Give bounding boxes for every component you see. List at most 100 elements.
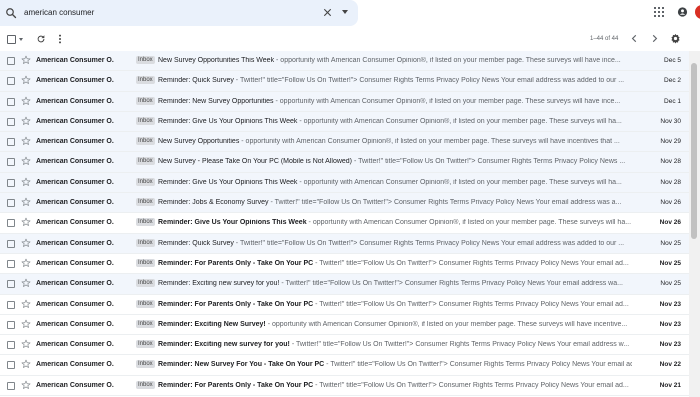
inbox-label-badge: Inbox bbox=[136, 116, 155, 125]
email-content: Reminder: Give Us Your Opinions This Wee… bbox=[158, 219, 632, 226]
row-checkbox[interactable] bbox=[7, 77, 15, 86]
row-checkbox[interactable] bbox=[7, 361, 15, 370]
row-checkbox[interactable] bbox=[7, 178, 15, 187]
row-checkbox[interactable] bbox=[7, 158, 15, 167]
star-icon[interactable] bbox=[21, 238, 31, 248]
email-row[interactable]: American Consumer O. Inbox Reminder: For P… bbox=[0, 294, 689, 315]
email-sender: American Consumer O. bbox=[36, 199, 114, 207]
row-checkbox[interactable] bbox=[7, 219, 15, 228]
star-icon[interactable] bbox=[21, 380, 31, 390]
email-subject: Reminder: Exciting new survey for you! bbox=[158, 280, 280, 288]
email-content: Reminder: Give Us Your Opinions This Wee… bbox=[158, 179, 632, 186]
more-vert-icon[interactable] bbox=[58, 34, 62, 44]
email-snippet: - Twitter!" title="Follow Us On Twitter!… bbox=[233, 239, 625, 247]
inbox-label-badge: Inbox bbox=[136, 76, 155, 85]
email-sender: American Consumer O. bbox=[36, 300, 114, 308]
inbox-label-badge: Inbox bbox=[136, 319, 155, 328]
email-sender: American Consumer O. bbox=[36, 361, 114, 369]
email-sender: American Consumer O. bbox=[36, 280, 114, 288]
row-checkbox[interactable] bbox=[7, 341, 15, 350]
row-checkbox[interactable] bbox=[7, 97, 15, 106]
row-checkbox[interactable] bbox=[7, 117, 15, 126]
row-checkbox[interactable] bbox=[7, 57, 15, 65]
email-row[interactable]: American Consumer O. Inbox Reminder: Quick… bbox=[0, 71, 689, 92]
star-icon[interactable] bbox=[21, 359, 31, 369]
email-row[interactable]: American Consumer O. Inbox Reminder: New S… bbox=[0, 91, 689, 112]
inbox-label-badge: Inbox bbox=[136, 56, 155, 64]
scrollbar-thumb[interactable] bbox=[691, 63, 697, 239]
row-checkbox[interactable] bbox=[7, 320, 15, 329]
email-sender: American Consumer O. bbox=[36, 259, 114, 267]
row-checkbox[interactable] bbox=[7, 199, 15, 208]
email-row[interactable]: American Consumer O. Inbox Reminder: Excit… bbox=[0, 274, 689, 295]
star-icon[interactable] bbox=[21, 339, 31, 349]
inbox-label-badge: Inbox bbox=[136, 258, 155, 267]
star-icon[interactable] bbox=[21, 319, 31, 329]
email-row[interactable]: American Consumer O. Inbox New Survey - Pl… bbox=[0, 152, 689, 173]
search-box[interactable]: american consumer bbox=[0, 0, 358, 26]
avatar[interactable] bbox=[695, 5, 700, 19]
search-options-caret-icon[interactable] bbox=[342, 10, 348, 14]
email-snippet: - Twitter!" title="Follow Us On Twitter!… bbox=[279, 280, 623, 288]
email-date: Dec 5 bbox=[664, 57, 681, 64]
email-date: Nov 28 bbox=[660, 178, 681, 186]
email-content: Reminder: New Survey For You - Take On Y… bbox=[158, 361, 632, 368]
scrollbar[interactable] bbox=[689, 51, 700, 397]
email-sender: American Consumer O. bbox=[36, 97, 114, 105]
star-icon[interactable] bbox=[21, 177, 31, 187]
email-date: Nov 30 bbox=[660, 117, 681, 125]
email-content: New Survey - Please Take On Your PC (Mob… bbox=[158, 158, 632, 165]
email-row[interactable]: American Consumer O. Inbox New Survey Oppo… bbox=[0, 51, 689, 72]
close-icon[interactable] bbox=[322, 7, 333, 18]
email-row[interactable]: American Consumer O. Inbox Reminder: Give … bbox=[0, 213, 689, 234]
inbox-label-badge: Inbox bbox=[136, 177, 155, 186]
star-icon[interactable] bbox=[21, 217, 31, 227]
star-icon[interactable] bbox=[21, 55, 31, 65]
chevron-left-icon[interactable] bbox=[631, 34, 638, 43]
email-sender: American Consumer O. bbox=[36, 77, 114, 85]
star-icon[interactable] bbox=[21, 156, 31, 166]
row-checkbox[interactable] bbox=[7, 259, 15, 268]
email-sender: American Consumer O. bbox=[36, 178, 114, 186]
row-checkbox[interactable] bbox=[7, 239, 15, 248]
email-date: Nov 28 bbox=[660, 158, 681, 166]
row-checkbox[interactable] bbox=[7, 138, 15, 147]
email-date: Nov 25 bbox=[659, 259, 681, 267]
row-checkbox[interactable] bbox=[7, 381, 15, 390]
email-row[interactable]: American Consumer O. Inbox Reminder: Give … bbox=[0, 111, 689, 133]
star-icon[interactable] bbox=[21, 278, 31, 288]
star-icon[interactable] bbox=[21, 136, 31, 146]
search-input[interactable]: american consumer bbox=[24, 8, 94, 17]
refresh-icon[interactable] bbox=[36, 34, 46, 44]
star-icon[interactable] bbox=[21, 116, 31, 126]
chevron-right-icon[interactable] bbox=[651, 34, 658, 43]
email-row[interactable]: American Consumer O. Inbox Reminder: Excit… bbox=[0, 335, 689, 356]
select-all-checkbox[interactable] bbox=[7, 35, 16, 44]
email-row[interactable]: American Consumer O. Inbox Reminder: Excit… bbox=[0, 314, 689, 336]
email-row[interactable]: American Consumer O. Inbox Reminder: New S… bbox=[0, 355, 689, 376]
email-row[interactable]: American Consumer O. Inbox Reminder: Give … bbox=[0, 172, 689, 194]
select-dropdown-icon[interactable] bbox=[19, 38, 23, 41]
notifications-icon[interactable] bbox=[677, 6, 688, 18]
row-checkbox[interactable] bbox=[7, 300, 15, 309]
email-row[interactable]: American Consumer O. Inbox Reminder: Quick… bbox=[0, 233, 689, 254]
email-snippet: - Twitter!" title="Follow Us On Twitter!… bbox=[352, 158, 626, 166]
gear-icon[interactable] bbox=[670, 33, 681, 44]
email-subject: Reminder: For Parents Only - Take On You… bbox=[158, 300, 314, 308]
email-row[interactable]: American Consumer O. Inbox Reminder: For P… bbox=[0, 375, 689, 397]
email-row[interactable]: American Consumer O. Inbox New Survey Oppo… bbox=[0, 132, 689, 153]
email-list: American Consumer O. Inbox New Survey Oppo… bbox=[0, 51, 689, 397]
email-row[interactable]: American Consumer O. Inbox Reminder: Jobs … bbox=[0, 193, 689, 214]
star-icon[interactable] bbox=[21, 75, 31, 85]
star-icon[interactable] bbox=[21, 258, 31, 268]
email-snippet: - Twitter!" title="Follow Us On Twitter!… bbox=[313, 300, 629, 308]
email-snippet: - Twitter!" title="Follow Us On Twitter!… bbox=[313, 259, 629, 267]
email-row[interactable]: American Consumer O. Inbox Reminder: For P… bbox=[0, 253, 689, 275]
star-icon[interactable] bbox=[21, 96, 31, 106]
search-icon[interactable] bbox=[5, 7, 17, 19]
email-subject: Reminder: For Parents Only - Take On You… bbox=[158, 381, 314, 389]
apps-grid-icon[interactable] bbox=[654, 7, 664, 17]
star-icon[interactable] bbox=[21, 197, 31, 207]
row-checkbox[interactable] bbox=[7, 280, 15, 289]
star-icon[interactable] bbox=[21, 299, 31, 309]
